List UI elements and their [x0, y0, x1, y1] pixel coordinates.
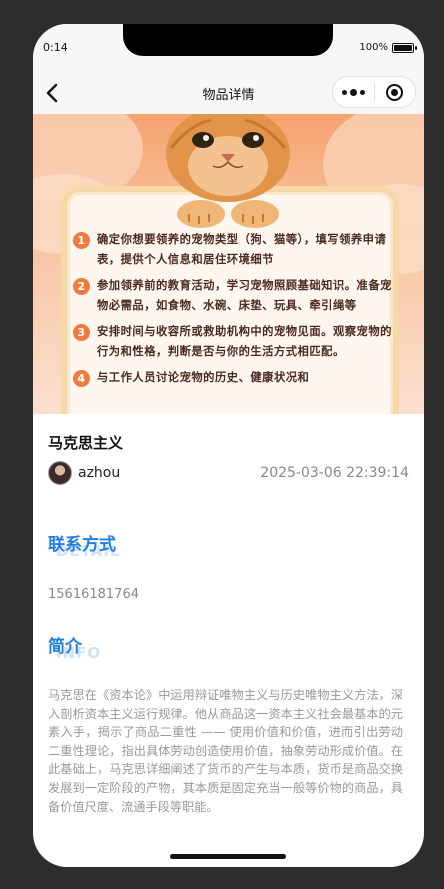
step-text: 确定你想要领养的宠物类型（狗、猫等），填写领养申请表，提供个人信息和居住环境细节 [97, 233, 387, 266]
contact-phone[interactable]: 15616181764 [48, 587, 139, 602]
step-text: 安排时间与收容所或救助机构中的宠物见面。观察宠物的行为和性格，判断是否与你的生活… [97, 325, 392, 358]
cat-illustration-icon [166, 114, 290, 228]
battery-status: 100% [359, 42, 417, 53]
step-item: 4 与工作人员讨论宠物的历史、健康状况和 [73, 368, 393, 388]
item-image[interactable]: 1 确定你想要领养的宠物类型（狗、猫等），填写领养申请表，提供个人信息和居住环境… [33, 114, 424, 414]
close-button[interactable] [375, 83, 416, 101]
item-title: 马克思主义 [48, 434, 124, 452]
adoption-steps: 1 确定你想要领养的宠物类型（狗、猫等），填写领养申请表，提供个人信息和居住环境… [73, 230, 393, 394]
more-button[interactable] [333, 88, 374, 96]
intro-section-header: 简介 INFO [48, 632, 100, 662]
device-notch [123, 24, 333, 56]
contact-title: 联系方式 [48, 535, 116, 555]
step-text: 参加领养前的教育活动，学习宠物照顾基础知识。准备宠物必需品，如食物、水碗、床垫、… [97, 279, 392, 312]
step-number: 4 [73, 370, 90, 387]
more-dots-icon [341, 89, 347, 95]
author-name[interactable]: azhou [78, 465, 120, 481]
post-date: 2025-03-06 22:39:14 [260, 465, 409, 481]
step-item: 2 参加领养前的教育活动，学习宠物照顾基础知识。准备宠物必需品，如食物、水碗、床… [73, 276, 393, 316]
target-close-icon [386, 83, 404, 101]
mini-program-capsule [332, 76, 416, 108]
avatar[interactable] [48, 461, 72, 485]
battery-percent: 100% [359, 42, 388, 53]
contact-section-header: 联系方式 DETAIL [48, 530, 120, 560]
step-item: 3 安排时间与收容所或救助机构中的宠物见面。观察宠物的行为和性格，判断是否与你的… [73, 322, 393, 362]
phone-screen: 0:14 100% 物品详情 1 确定你想要领养的宠物类型（狗、猫等），填写领养… [33, 24, 424, 867]
intro-title: 简介 [48, 637, 82, 657]
author-row: azhou 2025-03-06 22:39:14 [48, 460, 409, 486]
step-number: 3 [73, 324, 90, 341]
intro-text: 马克思在《资本论》中运用辩证唯物主义与历史唯物主义方法，深入剖析资本主义运行规律… [48, 688, 403, 814]
step-number: 1 [73, 232, 90, 249]
step-text: 与工作人员讨论宠物的历史、健康状况和 [97, 371, 310, 384]
more-dots-icon [359, 89, 365, 95]
battery-icon [392, 42, 417, 53]
status-time: 0:14 [43, 41, 68, 54]
nav-bar: 物品详情 [33, 72, 424, 114]
more-dots-icon [349, 88, 357, 96]
home-indicator[interactable] [170, 854, 286, 859]
step-number: 2 [73, 278, 90, 295]
step-item: 1 确定你想要领养的宠物类型（狗、猫等），填写领养申请表，提供个人信息和居住环境… [73, 230, 393, 270]
